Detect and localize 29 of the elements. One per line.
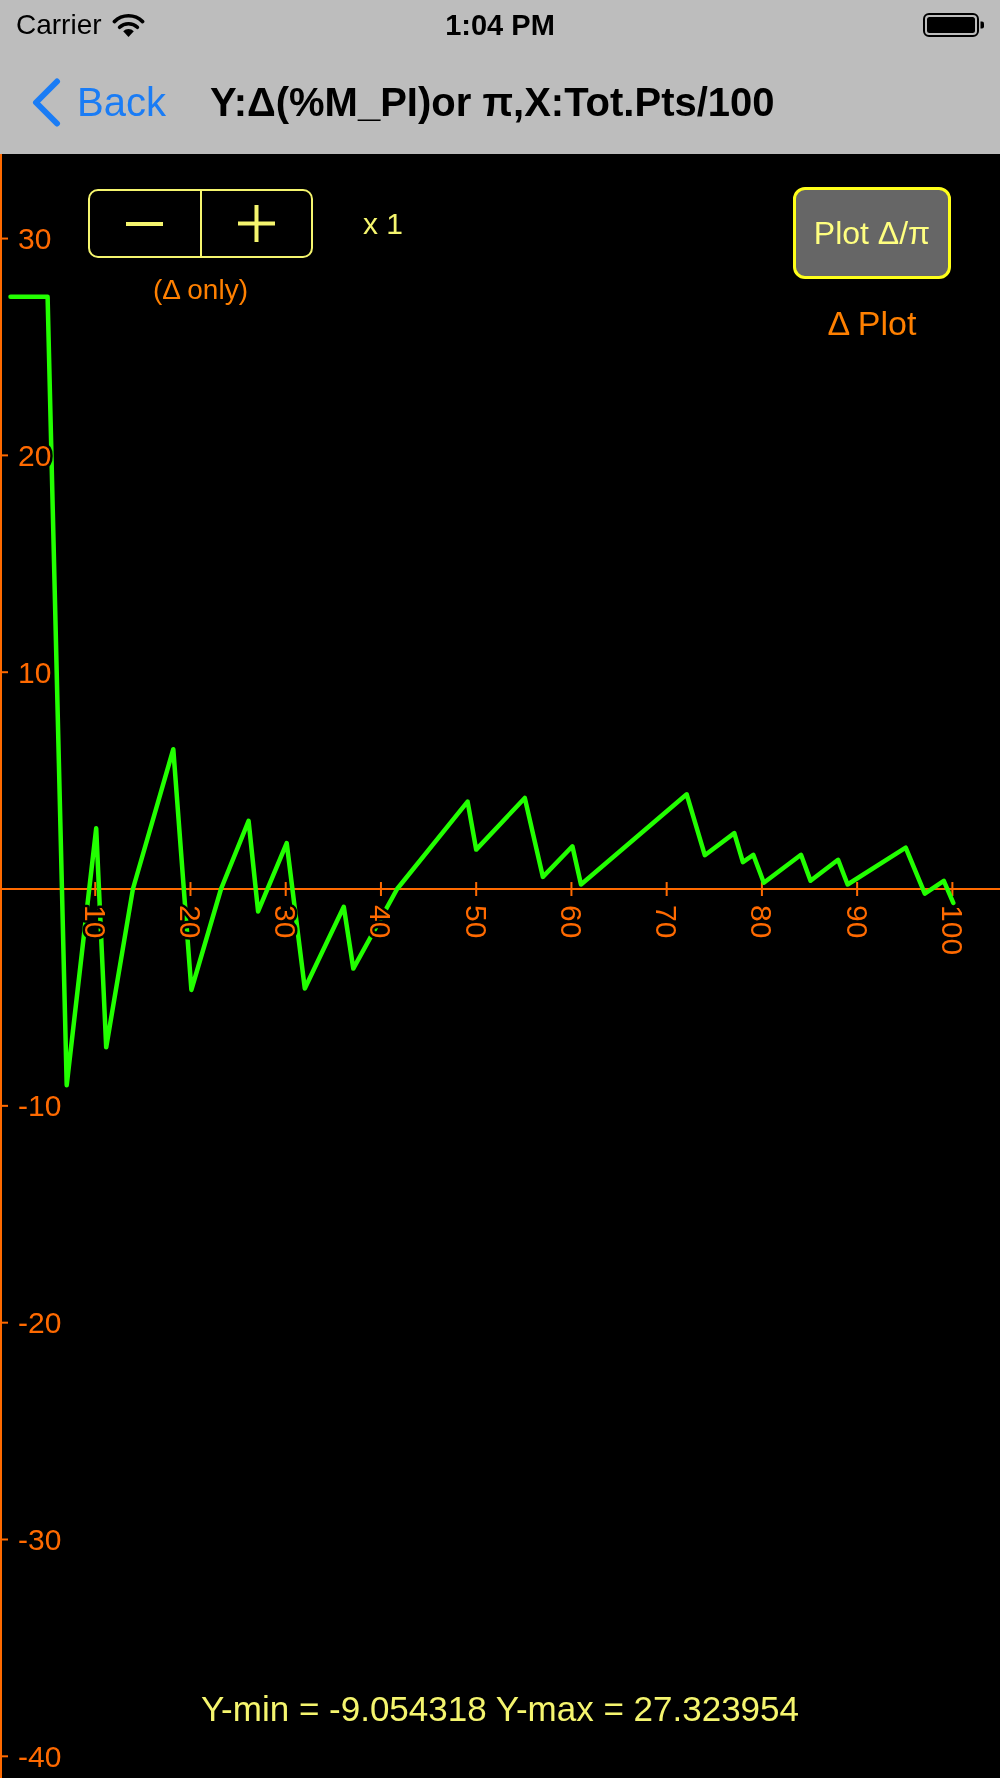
y-tick-label: -20 bbox=[18, 1306, 62, 1340]
y-tick-label: 10 bbox=[18, 655, 52, 689]
x-tick-label: 30 bbox=[269, 905, 303, 939]
x-tick-label: 50 bbox=[459, 905, 493, 939]
stepper-note: (Δ only) bbox=[153, 274, 248, 306]
clock-time: 1:04 PM bbox=[445, 9, 555, 41]
plot-mode-label: Δ Plot bbox=[827, 303, 917, 343]
x-tick-label: 10 bbox=[78, 905, 112, 939]
x-tick-label: 100 bbox=[935, 905, 969, 956]
minus-icon bbox=[126, 221, 164, 226]
y-tick-label: -10 bbox=[18, 1089, 62, 1123]
x-tick-label: 90 bbox=[840, 905, 874, 939]
wifi-icon bbox=[111, 13, 145, 37]
carrier-name: Carrier bbox=[16, 9, 102, 41]
plus-icon bbox=[237, 205, 275, 242]
scale-factor: x 1 bbox=[363, 206, 404, 242]
x-tick-label: 60 bbox=[554, 905, 588, 939]
battery-icon bbox=[923, 13, 984, 37]
x-tick-label: 80 bbox=[745, 905, 779, 939]
plot-toggle-button[interactable]: Plot Δ/π bbox=[793, 187, 951, 279]
y-tick-label: -30 bbox=[18, 1523, 62, 1556]
x-tick-label: 70 bbox=[650, 905, 684, 939]
x-tick-label: 20 bbox=[174, 905, 207, 939]
chevron-left-icon bbox=[31, 77, 61, 127]
y-range-text: Y-min = -9.054318 Y-max = 27.323954 bbox=[200, 1689, 799, 1729]
y-tick-label: 30 bbox=[18, 222, 52, 256]
screen-title: Y:Δ(%M_PI)or π,X:Tot.Pts/100 bbox=[209, 79, 775, 125]
y-tick-label: -40 bbox=[18, 1739, 62, 1773]
x-tick-label: 40 bbox=[364, 905, 398, 939]
